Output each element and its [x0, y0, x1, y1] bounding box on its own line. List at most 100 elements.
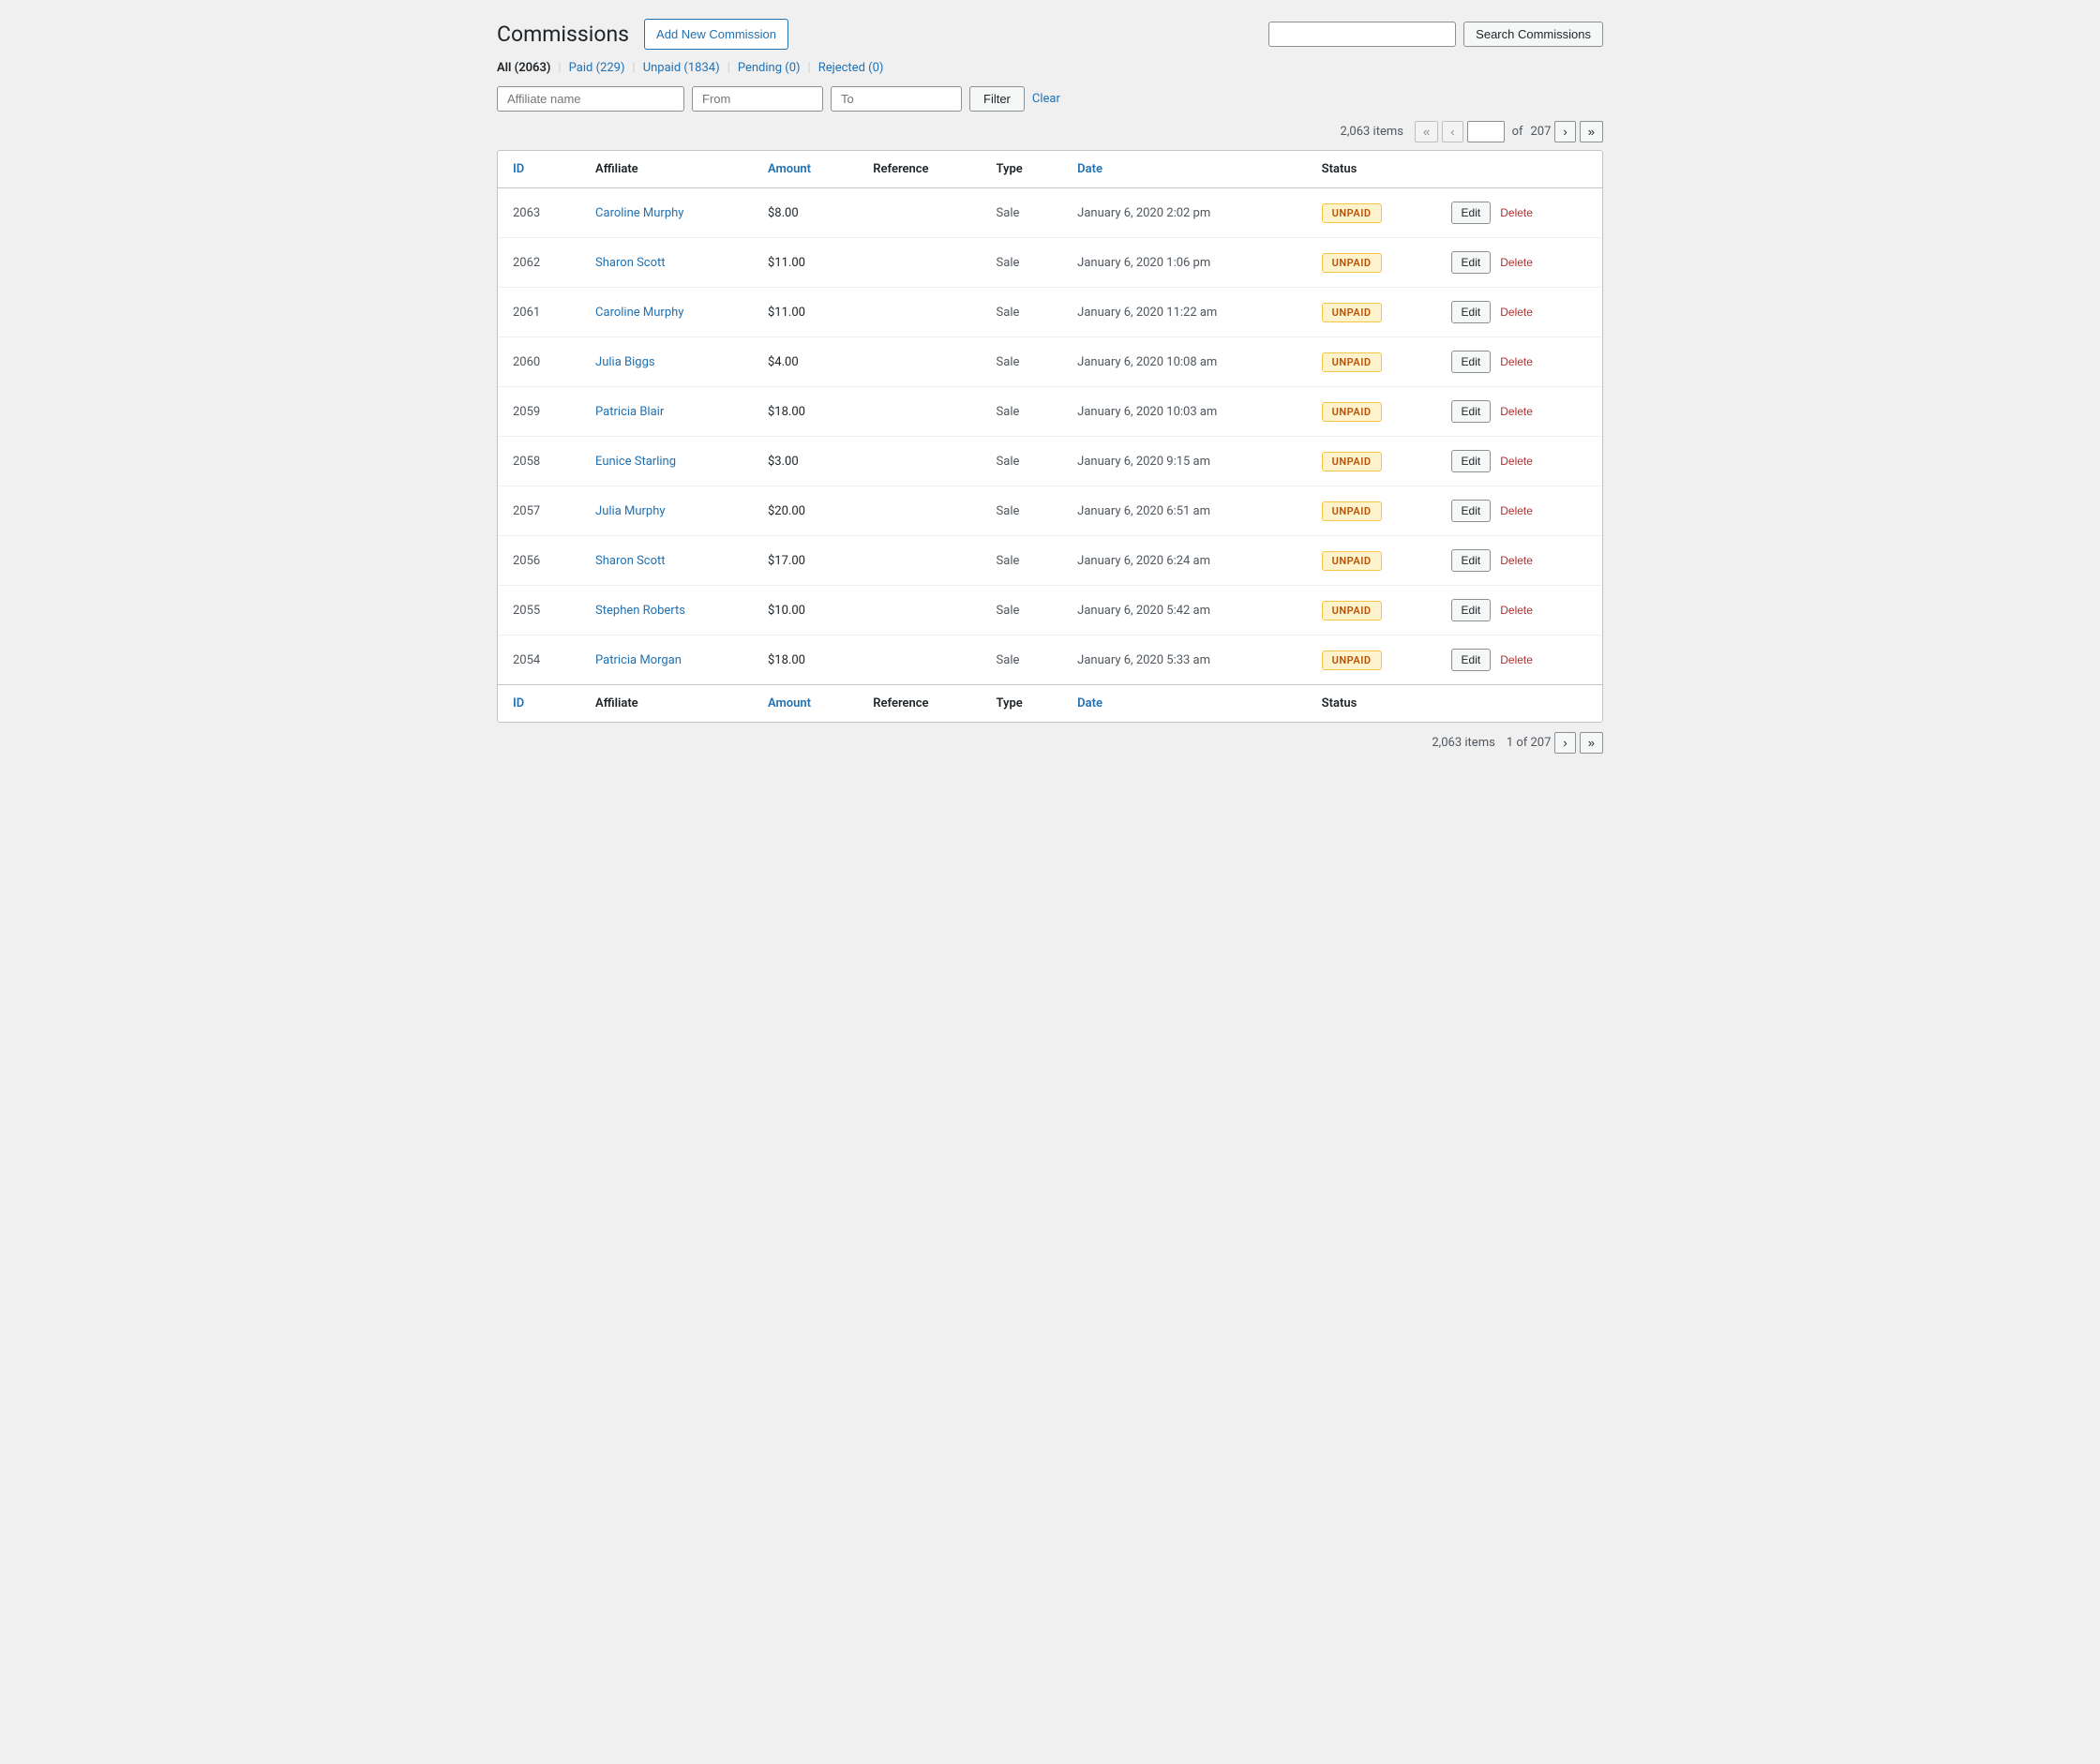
affiliate-name-input[interactable]: [497, 86, 684, 112]
footer-col-date[interactable]: Date: [1062, 685, 1307, 723]
col-actions: [1436, 151, 1602, 188]
cell-amount: $10.00: [753, 586, 858, 635]
filter-button[interactable]: Filter: [969, 86, 1025, 112]
table-body: 2063 Caroline Murphy $8.00 Sale January …: [498, 188, 1602, 685]
cell-reference: [858, 188, 981, 238]
affiliate-link[interactable]: Patricia Morgan: [595, 653, 682, 667]
cell-amount: $11.00: [753, 288, 858, 337]
cell-date: January 6, 2020 11:22 am: [1062, 288, 1307, 337]
edit-button[interactable]: Edit: [1451, 649, 1492, 671]
cell-id: 2060: [498, 337, 580, 387]
bottom-page-info: 1 of 207: [1507, 736, 1552, 750]
edit-button[interactable]: Edit: [1451, 251, 1492, 274]
delete-button[interactable]: Delete: [1496, 202, 1537, 223]
filter-unpaid[interactable]: Unpaid (1834): [643, 61, 720, 75]
table-header: ID Affiliate Amount Reference Type Date …: [498, 151, 1602, 188]
cell-affiliate: Caroline Murphy: [580, 188, 753, 238]
status-badge: UNPAID: [1322, 253, 1382, 273]
col-amount[interactable]: Amount: [753, 151, 858, 188]
cell-status: UNPAID: [1307, 437, 1436, 486]
cell-affiliate: Sharon Scott: [580, 536, 753, 586]
add-new-commission-button[interactable]: Add New Commission: [644, 19, 788, 50]
first-page-button[interactable]: «: [1415, 121, 1438, 142]
affiliate-link[interactable]: Caroline Murphy: [595, 206, 683, 220]
next-page-button[interactable]: ›: [1554, 121, 1575, 142]
last-page-button[interactable]: »: [1580, 121, 1603, 142]
edit-button[interactable]: Edit: [1451, 599, 1492, 621]
col-date[interactable]: Date: [1062, 151, 1307, 188]
cell-reference: [858, 486, 981, 536]
delete-button[interactable]: Delete: [1496, 501, 1537, 521]
footer-col-actions: [1436, 685, 1602, 723]
affiliate-link[interactable]: Sharon Scott: [595, 256, 666, 270]
filter-paid[interactable]: Paid (229): [569, 61, 625, 75]
cell-type: Sale: [982, 238, 1063, 288]
cell-actions: Edit Delete: [1436, 635, 1602, 685]
page-number-input[interactable]: 1: [1467, 121, 1505, 142]
cell-type: Sale: [982, 635, 1063, 685]
filter-rejected[interactable]: Rejected (0): [818, 61, 884, 75]
cell-date: January 6, 2020 10:03 am: [1062, 387, 1307, 437]
cell-type: Sale: [982, 288, 1063, 337]
edit-button[interactable]: Edit: [1451, 549, 1492, 572]
status-badge: UNPAID: [1322, 601, 1382, 620]
cell-reference: [858, 387, 981, 437]
delete-button[interactable]: Delete: [1496, 451, 1537, 471]
filter-all[interactable]: All (2063): [497, 61, 550, 75]
footer-col-affiliate: Affiliate: [580, 685, 753, 723]
to-date-input[interactable]: [831, 86, 962, 112]
cell-id: 2055: [498, 586, 580, 635]
affiliate-link[interactable]: Julia Biggs: [595, 355, 655, 369]
footer-col-id[interactable]: ID: [498, 685, 580, 723]
of-label: of: [1512, 125, 1523, 139]
cell-type: Sale: [982, 586, 1063, 635]
affiliate-link[interactable]: Stephen Roberts: [595, 604, 685, 618]
affiliate-link[interactable]: Eunice Starling: [595, 455, 676, 469]
edit-button[interactable]: Edit: [1451, 301, 1492, 323]
commissions-table: ID Affiliate Amount Reference Type Date …: [498, 151, 1602, 722]
cell-amount: $18.00: [753, 387, 858, 437]
bottom-pagination: 2,063 items 1 of 207 › »: [497, 732, 1603, 754]
bottom-last-page-button[interactable]: »: [1580, 732, 1603, 754]
delete-button[interactable]: Delete: [1496, 550, 1537, 571]
footer-col-amount[interactable]: Amount: [753, 685, 858, 723]
edit-button[interactable]: Edit: [1451, 202, 1492, 224]
delete-button[interactable]: Delete: [1496, 302, 1537, 322]
affiliate-link[interactable]: Sharon Scott: [595, 554, 666, 568]
search-input[interactable]: [1268, 22, 1456, 47]
cell-date: January 6, 2020 9:15 am: [1062, 437, 1307, 486]
cell-affiliate: Eunice Starling: [580, 437, 753, 486]
delete-button[interactable]: Delete: [1496, 252, 1537, 273]
edit-button[interactable]: Edit: [1451, 450, 1492, 472]
delete-button[interactable]: Delete: [1496, 650, 1537, 670]
cell-amount: $17.00: [753, 536, 858, 586]
total-pages: 207: [1531, 125, 1552, 139]
bottom-items-count: 2,063 items: [1432, 736, 1494, 750]
edit-button[interactable]: Edit: [1451, 351, 1492, 373]
status-badge: UNPAID: [1322, 203, 1382, 223]
cell-actions: Edit Delete: [1436, 586, 1602, 635]
cell-reference: [858, 337, 981, 387]
delete-button[interactable]: Delete: [1496, 351, 1537, 372]
filter-pending[interactable]: Pending (0): [738, 61, 801, 75]
delete-button[interactable]: Delete: [1496, 600, 1537, 620]
cell-type: Sale: [982, 337, 1063, 387]
clear-filter-link[interactable]: Clear: [1032, 92, 1060, 106]
cell-status: UNPAID: [1307, 337, 1436, 387]
affiliate-link[interactable]: Julia Murphy: [595, 504, 666, 518]
edit-button[interactable]: Edit: [1451, 400, 1492, 423]
col-id[interactable]: ID: [498, 151, 580, 188]
bottom-next-page-button[interactable]: ›: [1554, 732, 1575, 754]
affiliate-link[interactable]: Caroline Murphy: [595, 306, 683, 320]
cell-id: 2058: [498, 437, 580, 486]
delete-button[interactable]: Delete: [1496, 401, 1537, 422]
footer-col-type: Type: [982, 685, 1063, 723]
edit-button[interactable]: Edit: [1451, 500, 1492, 522]
affiliate-link[interactable]: Patricia Blair: [595, 405, 664, 419]
from-date-input[interactable]: [692, 86, 823, 112]
search-commissions-button[interactable]: Search Commissions: [1463, 22, 1603, 47]
table-row: 2054 Patricia Morgan $18.00 Sale January…: [498, 635, 1602, 685]
prev-page-button[interactable]: ‹: [1442, 121, 1462, 142]
cell-reference: [858, 586, 981, 635]
cell-affiliate: Sharon Scott: [580, 238, 753, 288]
